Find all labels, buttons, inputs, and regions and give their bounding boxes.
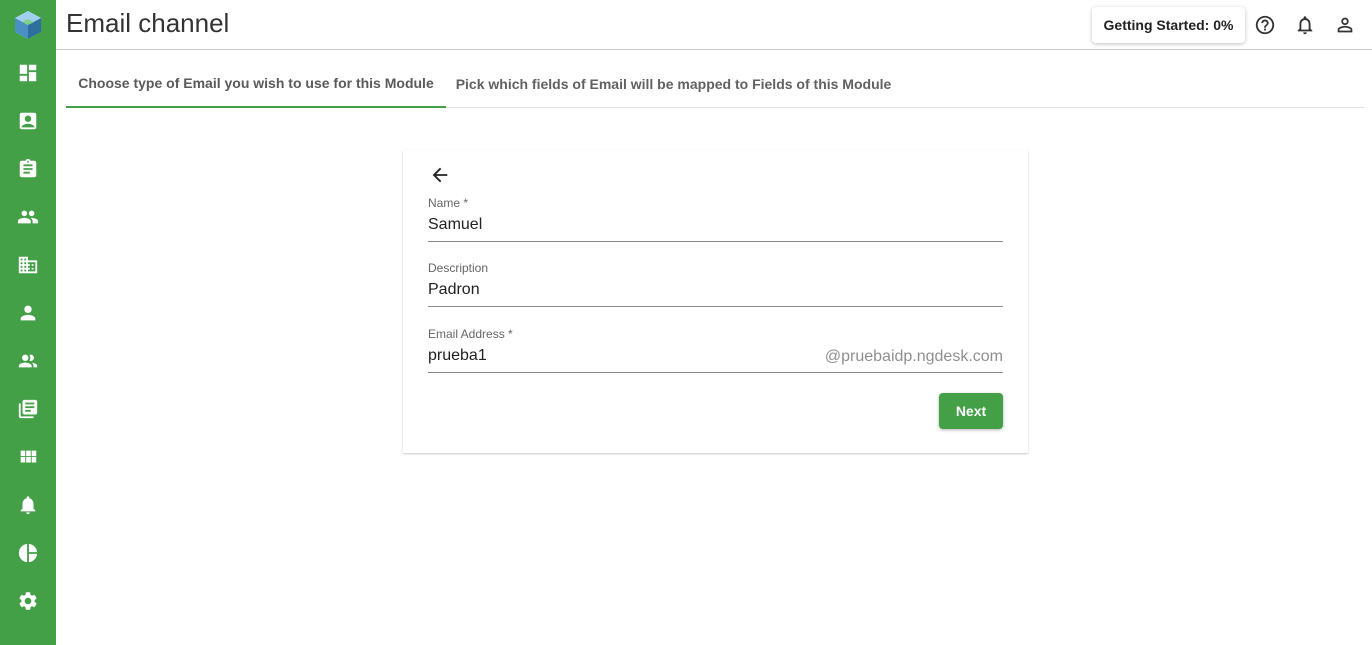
back-arrow-icon[interactable] <box>429 164 451 186</box>
person-icon[interactable] <box>16 301 40 325</box>
clipboard-icon[interactable] <box>16 157 40 181</box>
sidebar <box>0 0 56 645</box>
contact-card-icon[interactable] <box>16 109 40 133</box>
notifications-icon[interactable] <box>1294 14 1316 36</box>
email-address-field: Email Address * @pruebaidp.ngdesk.com <box>428 327 1003 373</box>
apps-grid-icon[interactable] <box>16 445 40 469</box>
pie-chart-icon[interactable] <box>16 541 40 565</box>
stepper-tabs: Choose type of Email you wish to use for… <box>66 60 1364 108</box>
settings-gear-icon[interactable] <box>16 589 40 613</box>
building-icon[interactable] <box>16 253 40 277</box>
tab-choose-email-type[interactable]: Choose type of Email you wish to use for… <box>66 60 446 108</box>
name-field: Name * <box>428 196 1003 242</box>
tab-map-email-fields[interactable]: Pick which fields of Email will be mappe… <box>446 60 901 108</box>
help-icon[interactable] <box>1254 14 1276 36</box>
bell-icon[interactable] <box>16 493 40 517</box>
groups-icon[interactable] <box>16 349 40 373</box>
page-title: Email channel <box>66 8 230 38</box>
name-label: Name * <box>428 196 469 210</box>
description-field: Description <box>428 261 1003 307</box>
description-input[interactable] <box>428 277 1003 307</box>
email-channel-form-card: Name * Description Email Address * @prue… <box>403 150 1028 453</box>
app-logo[interactable] <box>14 10 42 40</box>
email-domain-suffix: @pruebaidp.ngdesk.com <box>824 348 1003 365</box>
email-address-label: Email Address * <box>428 327 513 341</box>
getting-started-button[interactable]: Getting Started: 0% <box>1092 7 1245 43</box>
description-label: Description <box>428 261 489 275</box>
top-bar: Email channel Getting Started: 0% <box>56 0 1372 50</box>
account-icon[interactable] <box>1334 14 1356 36</box>
dashboard-icon[interactable] <box>16 61 40 85</box>
library-icon[interactable] <box>16 397 40 421</box>
name-input[interactable] <box>428 212 1003 242</box>
people-icon[interactable] <box>16 205 40 229</box>
next-button[interactable]: Next <box>939 393 1003 429</box>
